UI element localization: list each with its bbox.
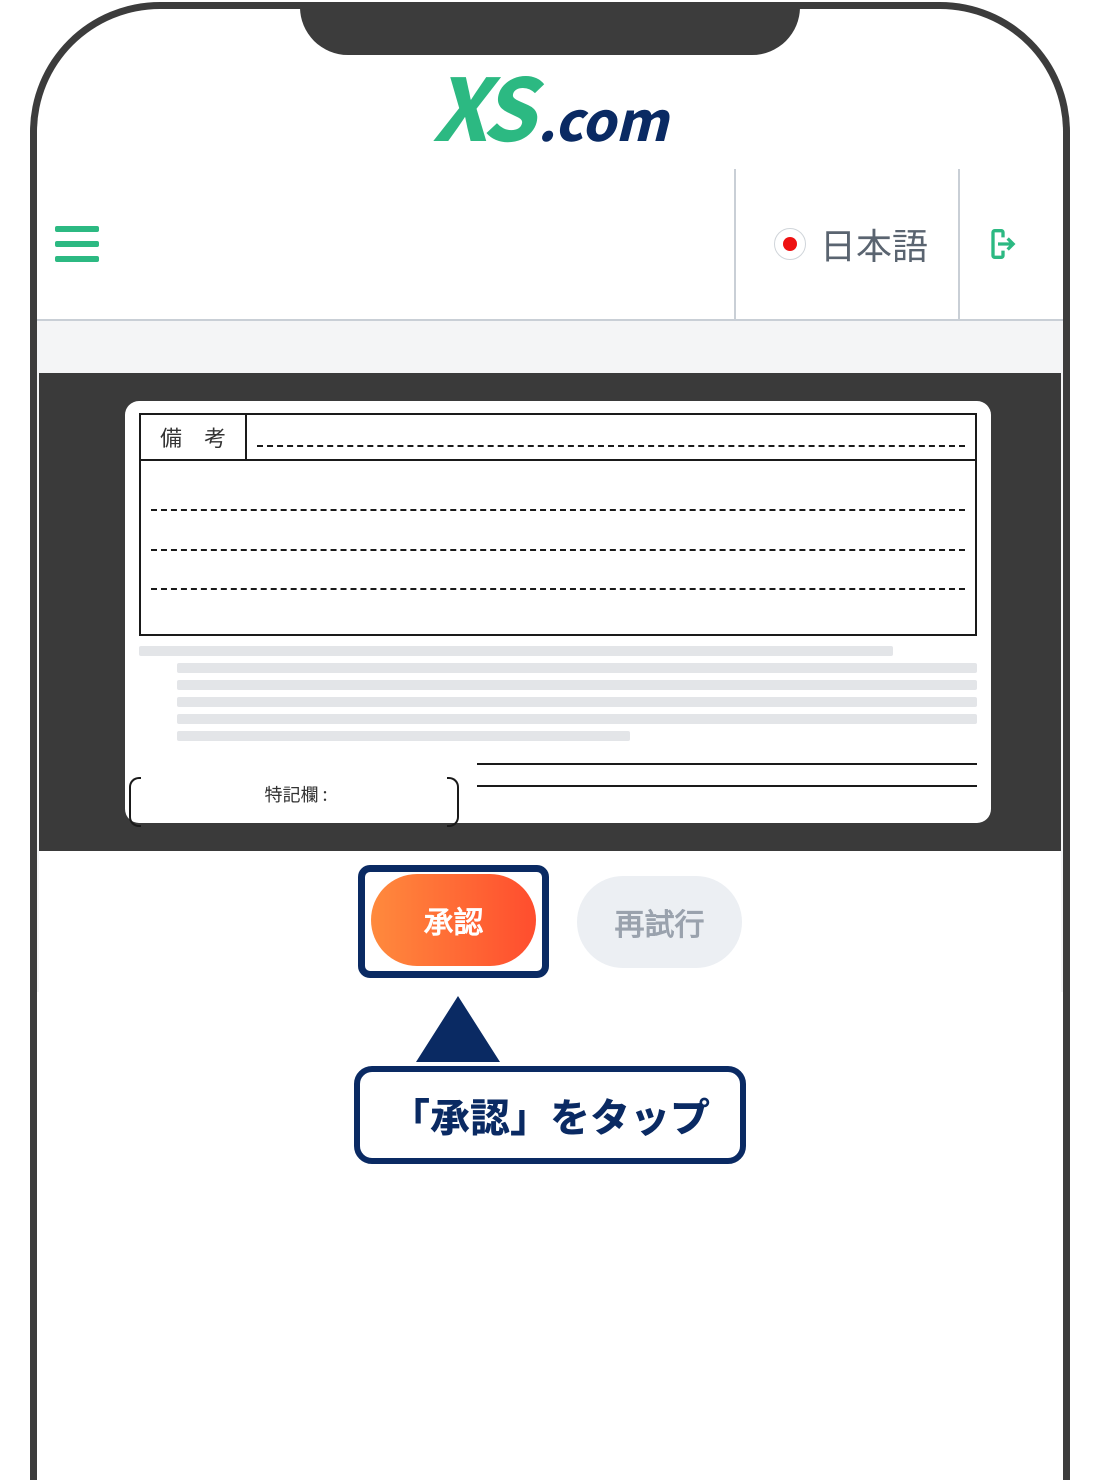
signature-lines [477,763,977,807]
language-selector[interactable]: 日本語 [734,169,958,319]
remarks-row-3 [151,551,965,591]
approve-button[interactable]: 承認 [371,874,536,966]
action-buttons: 承認 再試行 [39,851,1061,992]
remarks-table-head: 備 考 [141,415,975,461]
brand-logo-xs: XS [432,61,531,147]
special-notes-label: 特記欄 : [254,781,333,811]
instruction-callout-wrap: 「承認」をタップ [37,996,1063,1164]
menu-icon[interactable] [55,226,99,262]
brand-logo: XS .com [37,61,1063,147]
remarks-row-0 [247,417,975,457]
screen: XS .com 日本語 [37,9,1063,1480]
remarks-row-1 [151,471,965,511]
bracket-left-icon [129,777,141,827]
instruction-callout: 「承認」をタップ [354,1066,746,1164]
app-header: 日本語 [37,169,1063,321]
retry-button[interactable]: 再試行 [577,876,742,968]
remarks-row-2 [151,511,965,551]
bracket-right-icon [447,777,459,827]
remarks-table: 備 考 [139,413,977,636]
logout-icon [978,224,1018,264]
remarks-rows [141,461,975,634]
remarks-row-4 [151,590,965,628]
approve-button-highlight: 承認 [358,865,549,978]
document-preview: 備 考 [39,373,1061,851]
document-card: 備 考 [125,401,991,823]
language-label: 日本語 [820,218,928,270]
header-right: 日本語 [734,169,1035,319]
brand-logo-dotcom: .com [537,91,668,145]
content-area: 備 考 [37,321,1063,992]
logout-button[interactable] [958,169,1035,319]
flag-japan-icon [774,228,806,260]
special-notes-row: 特記欄 : [139,763,977,807]
special-notes-label-wrap: 特記欄 : [139,781,449,807]
arrow-up-icon [416,996,500,1062]
document-body-placeholder [139,646,977,741]
remarks-header-label: 備 考 [141,415,247,459]
phone-frame: XS .com 日本語 [30,2,1070,1480]
